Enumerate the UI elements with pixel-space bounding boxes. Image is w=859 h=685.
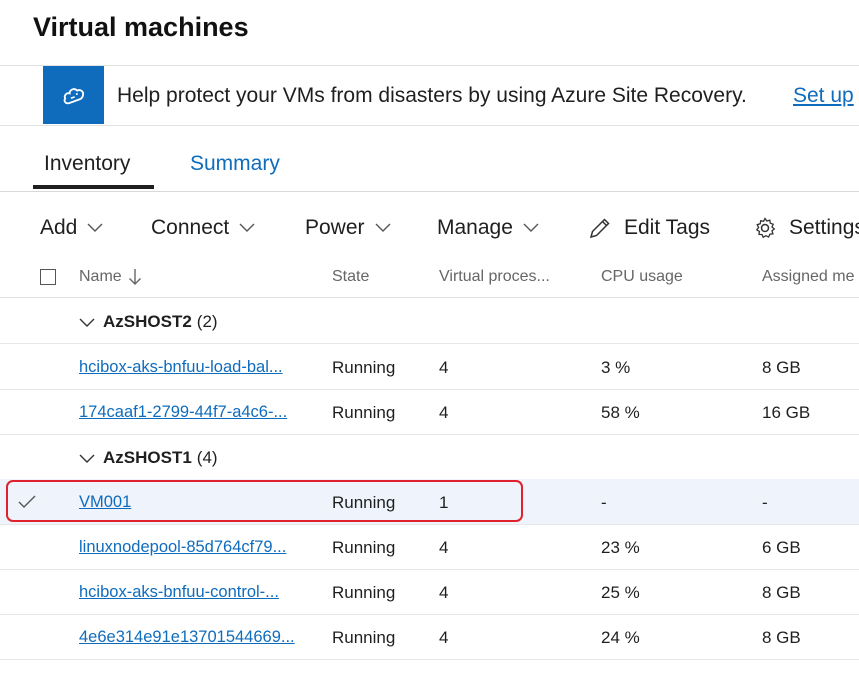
tab-summary[interactable]: Summary xyxy=(190,152,280,176)
group-name: AzSHOST2 xyxy=(103,312,192,331)
power-button[interactable]: Power xyxy=(305,216,391,240)
manage-button[interactable]: Manage xyxy=(437,216,539,240)
edit-tags-button[interactable]: Edit Tags xyxy=(588,216,710,240)
tab-bar: Inventory Summary xyxy=(0,124,859,192)
vm-vprocs: 4 xyxy=(439,403,449,422)
cloud-sync-icon xyxy=(43,66,104,124)
chevron-down-icon xyxy=(239,223,255,233)
vm-memory: 6 GB xyxy=(762,538,801,557)
vm-vprocs: 4 xyxy=(439,358,449,377)
group-header-row[interactable]: AzSHOST2 (2) xyxy=(0,298,859,344)
gear-icon xyxy=(753,216,777,240)
column-header-virtual-processors[interactable]: Virtual proces... xyxy=(439,268,550,286)
page-title: Virtual machines xyxy=(33,12,249,42)
table-row-selected[interactable]: VM001 Running 1 - - xyxy=(0,479,859,525)
table-row[interactable]: 4e6e314e91e13701544669... Running 4 24 %… xyxy=(0,614,859,660)
settings-button[interactable]: Settings xyxy=(753,216,859,240)
sort-descending-icon xyxy=(128,268,142,286)
vm-state: Running xyxy=(332,628,396,647)
add-label: Add xyxy=(40,216,78,239)
chevron-down-icon xyxy=(79,451,95,469)
tab-inventory[interactable]: Inventory xyxy=(44,152,130,176)
vm-cpu-usage: 25 % xyxy=(601,583,640,602)
pencil-icon xyxy=(588,216,612,240)
table-row[interactable]: hcibox-aks-bnfuu-load-bal... Running 4 3… xyxy=(0,344,859,390)
site-recovery-banner: Help protect your VMs from disasters by … xyxy=(0,65,859,126)
column-header-name[interactable]: Name xyxy=(79,268,142,286)
vm-memory: 8 GB xyxy=(762,628,801,647)
chevron-down-icon xyxy=(523,223,539,233)
table-row[interactable]: 174caaf1-2799-44f7-a4c6-... Running 4 58… xyxy=(0,389,859,435)
group-label: AzSHOST2 (2) xyxy=(103,312,218,332)
vm-state: Running xyxy=(332,358,396,377)
vm-name-link[interactable]: hcibox-aks-bnfuu-load-bal... xyxy=(79,358,283,377)
vm-memory: - xyxy=(762,493,768,512)
vm-state: Running xyxy=(332,583,396,602)
edit-tags-label: Edit Tags xyxy=(624,216,710,239)
connect-label: Connect xyxy=(151,216,230,239)
group-count: (2) xyxy=(196,312,218,331)
active-tab-indicator xyxy=(33,185,154,189)
vm-state: Running xyxy=(332,493,396,512)
vm-name-link[interactable]: 4e6e314e91e13701544669... xyxy=(79,628,295,647)
column-header-assigned-memory[interactable]: Assigned me xyxy=(762,268,855,286)
vm-name-link[interactable]: 174caaf1-2799-44f7-a4c6-... xyxy=(79,403,287,422)
column-header-state[interactable]: State xyxy=(332,268,369,286)
group-name: AzSHOST1 xyxy=(103,448,192,467)
vm-state: Running xyxy=(332,538,396,557)
vm-cpu-usage: 3 % xyxy=(601,358,631,377)
chevron-down-icon xyxy=(375,223,391,233)
group-count: (4) xyxy=(196,448,218,467)
vm-name-link[interactable]: hcibox-aks-bnfuu-control-... xyxy=(79,583,279,602)
setup-link[interactable]: Set up xyxy=(793,84,854,108)
vm-cpu-usage: 23 % xyxy=(601,538,640,557)
column-header-name-label: Name xyxy=(79,268,122,285)
vm-state: Running xyxy=(332,403,396,422)
vm-memory: 16 GB xyxy=(762,403,811,422)
select-all-checkbox[interactable] xyxy=(40,269,56,285)
banner-message: Help protect your VMs from disasters by … xyxy=(117,84,747,107)
chevron-down-icon xyxy=(87,223,103,233)
vm-name-link[interactable]: VM001 xyxy=(79,493,131,512)
group-label: AzSHOST1 (4) xyxy=(103,448,218,468)
table-row[interactable]: linuxnodepool-85d764cf79... Running 4 23… xyxy=(0,524,859,570)
vm-cpu-usage: 24 % xyxy=(601,628,640,647)
connect-button[interactable]: Connect xyxy=(151,216,255,240)
manage-label: Manage xyxy=(437,216,513,239)
vm-cpu-usage: 58 % xyxy=(601,403,640,422)
table-row[interactable]: hcibox-aks-bnfuu-control-... Running 4 2… xyxy=(0,569,859,615)
power-label: Power xyxy=(305,216,365,239)
vm-name-link[interactable]: linuxnodepool-85d764cf79... xyxy=(79,538,286,557)
chevron-down-icon xyxy=(79,315,95,333)
vm-vprocs: 1 xyxy=(439,493,449,512)
settings-label: Settings xyxy=(789,216,859,239)
add-button[interactable]: Add xyxy=(40,216,103,240)
vm-vprocs: 4 xyxy=(439,628,449,647)
checkmark-icon xyxy=(18,495,36,514)
group-header-row[interactable]: AzSHOST1 (4) xyxy=(0,434,859,480)
column-header-cpu-usage[interactable]: CPU usage xyxy=(601,268,683,286)
vm-vprocs: 4 xyxy=(439,583,449,602)
vm-vprocs: 4 xyxy=(439,538,449,557)
vm-cpu-usage: - xyxy=(601,493,607,512)
vm-memory: 8 GB xyxy=(762,358,801,377)
vm-memory: 8 GB xyxy=(762,583,801,602)
